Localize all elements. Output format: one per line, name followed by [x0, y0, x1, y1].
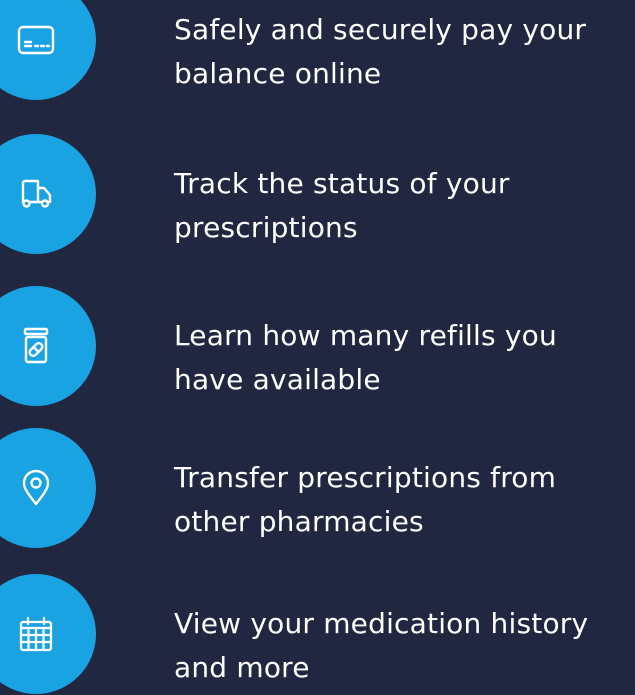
credit-card-icon [17, 25, 55, 55]
feature-track-status: Track the status of your prescriptions [0, 134, 635, 254]
icon-circle [0, 134, 96, 254]
feature-pay-balance: Safely and securely pay your balance onl… [0, 0, 635, 100]
icon-circle [0, 428, 96, 548]
feature-text: View your medication history and more [174, 607, 589, 684]
feature-transfer: Transfer prescriptions from other pharma… [0, 428, 635, 548]
pill-bottle-icon [23, 327, 49, 364]
icon-circle [0, 574, 96, 694]
feature-list: Safely and securely pay your balance onl… [0, 0, 635, 695]
calendar-icon [19, 616, 53, 652]
location-pin-icon [22, 469, 50, 506]
feature-text: Safely and securely pay your balance onl… [174, 13, 587, 90]
feature-text: Learn how many refills you have availabl… [174, 319, 557, 396]
feature-text: Track the status of your prescriptions [174, 167, 510, 244]
feature-history: View your medication history and more [0, 574, 635, 694]
feature-refills: Learn how many refills you have availabl… [0, 286, 635, 406]
feature-text: Transfer prescriptions from other pharma… [174, 461, 557, 538]
delivery-truck-icon [21, 179, 52, 208]
icon-circle [0, 286, 96, 406]
icon-circle [0, 0, 96, 100]
